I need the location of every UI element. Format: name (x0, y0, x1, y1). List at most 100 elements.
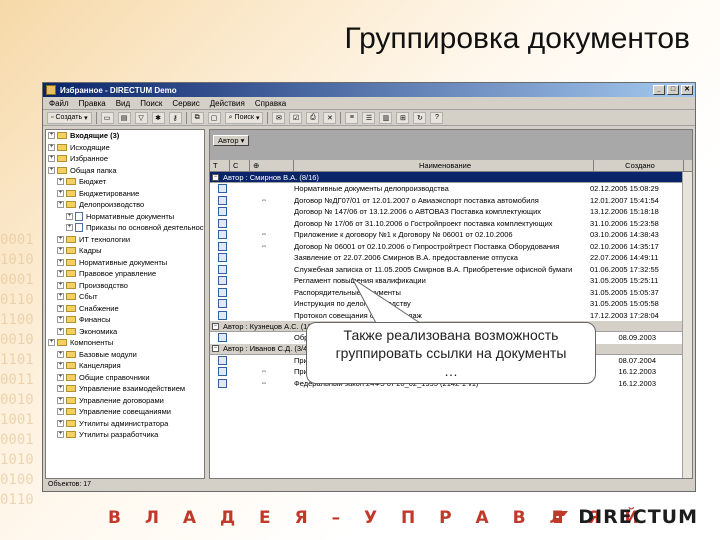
expand-toggle-icon[interactable]: + (57, 419, 64, 427)
document-row[interactable]: Протокол совещания отдела продаж 17.12.20… (210, 310, 692, 322)
tree-item[interactable]: + Избранное (46, 153, 204, 165)
menu-file[interactable]: Файл (49, 99, 69, 108)
document-row[interactable]: Инструкция по делопроизводству 31.05.2005… (210, 298, 692, 310)
collapse-toggle-icon[interactable]: − (212, 322, 219, 330)
column-status[interactable]: С (230, 160, 250, 171)
expand-toggle-icon[interactable]: + (57, 189, 64, 197)
menu-actions[interactable]: Действия (210, 99, 245, 108)
expand-toggle-icon[interactable]: + (66, 212, 73, 220)
expand-toggle-icon[interactable]: + (57, 201, 64, 209)
tree-item[interactable]: + Исходящие (46, 142, 204, 154)
tree-item[interactable]: + Снабжение (46, 303, 204, 315)
expand-toggle-icon[interactable]: + (57, 270, 64, 278)
expand-toggle-icon[interactable]: + (48, 339, 55, 347)
paste-icon[interactable]: ▢ (207, 111, 221, 124)
expand-toggle-icon[interactable]: + (57, 178, 64, 186)
tree-item[interactable]: + Канцелярия (46, 360, 204, 372)
menu-edit[interactable]: Правка (79, 99, 106, 108)
tree-item[interactable]: + Правовое управление (46, 268, 204, 280)
expand-toggle-icon[interactable]: + (57, 258, 64, 266)
expand-toggle-icon[interactable]: + (57, 431, 64, 439)
tree-item[interactable]: + Бюджет (46, 176, 204, 188)
vertical-scrollbar[interactable] (682, 172, 692, 478)
filter-icon[interactable]: ▽ (134, 111, 148, 124)
maximize-button[interactable]: □ (667, 85, 679, 95)
view-details-icon[interactable]: ☰ (362, 111, 376, 124)
delete-icon[interactable]: ✕ (323, 111, 337, 124)
send-icon[interactable]: ✉ (272, 111, 286, 124)
column-type[interactable]: Т (210, 160, 230, 171)
expand-toggle-icon[interactable]: + (57, 362, 64, 370)
tree-item[interactable]: + Финансы (46, 314, 204, 326)
group-row[interactable]: − Автор : Смирнов В.А. (8/16) (210, 172, 692, 183)
expand-toggle-icon[interactable]: + (57, 408, 64, 416)
expand-toggle-icon[interactable]: + (57, 293, 64, 301)
collapse-toggle-icon[interactable]: − (212, 173, 219, 181)
minimize-button[interactable]: _ (653, 85, 665, 95)
refresh-icon[interactable]: ↻ (413, 111, 427, 124)
help-icon[interactable]: ? (430, 111, 444, 124)
document-row[interactable]: Договор № 147/06 от 13.12.2006 о АВТОВАЗ… (210, 206, 692, 218)
column-link[interactable]: ⊕ (250, 160, 294, 171)
tree-item[interactable]: + Общие справочники (46, 372, 204, 384)
tree-item[interactable]: + Базовые модули (46, 349, 204, 361)
properties-icon[interactable]: ▤ (117, 111, 131, 124)
menu-view[interactable]: Вид (116, 99, 130, 108)
tree-item[interactable]: + Утилиты разработчика (46, 429, 204, 441)
expand-toggle-icon[interactable]: + (66, 224, 73, 232)
tree-item[interactable]: + Входящие (3) (46, 130, 204, 142)
tree-item[interactable]: + Бюджетирование (46, 188, 204, 200)
tree-item[interactable]: + Делопроизводство (46, 199, 204, 211)
access-rights-icon[interactable]: ⚷ (168, 111, 182, 124)
tree-item[interactable]: + Кадры (46, 245, 204, 257)
close-button[interactable]: ✕ (681, 85, 693, 95)
print-icon[interactable]: ⎙ (306, 111, 320, 124)
open-folder-icon[interactable]: ▭ (100, 111, 114, 124)
create-button[interactable]: ▫ Создать ▾ (47, 111, 92, 124)
expand-toggle-icon[interactable]: + (57, 247, 64, 255)
document-row[interactable]: Распорядительные документы 31.05.2005 15:… (210, 287, 692, 299)
tree-item[interactable]: + Общая папка (46, 165, 204, 177)
column-name[interactable]: Наименование (294, 160, 594, 171)
view-list-icon[interactable]: ≡ (345, 111, 359, 124)
expand-toggle-icon[interactable]: + (57, 385, 64, 393)
copy-icon[interactable]: ⧉ (190, 111, 204, 124)
expand-toggle-icon[interactable]: + (48, 166, 55, 174)
expand-toggle-icon[interactable]: + (57, 235, 64, 243)
expand-toggle-icon[interactable]: + (48, 143, 55, 151)
expand-toggle-icon[interactable]: + (57, 396, 64, 404)
tree-item[interactable]: + Управление совещаниями (46, 406, 204, 418)
search-button[interactable]: ⌕ Поиск ▾ (224, 111, 264, 124)
document-row[interactable]: Договор № 17/06 от 31.10.2006 о Гостройп… (210, 218, 692, 230)
expand-toggle-icon[interactable]: + (57, 373, 64, 381)
document-row[interactable]: Нормативные документы делопроизводства 02… (210, 183, 692, 195)
document-row[interactable]: Регламент повышения квалификации 31.05.20… (210, 275, 692, 287)
menu-search[interactable]: Поиск (140, 99, 162, 108)
group-icon[interactable]: ⊞ (396, 111, 410, 124)
tree-item[interactable]: + ИТ технологии (46, 234, 204, 246)
group-by-author-chip[interactable]: Автор ▾ (213, 135, 250, 146)
collapse-toggle-icon[interactable]: − (212, 345, 219, 352)
tree-item[interactable]: + Производство (46, 280, 204, 292)
expand-toggle-icon[interactable]: + (57, 350, 64, 358)
expand-toggle-icon[interactable]: + (48, 155, 55, 163)
tree-item[interactable]: + Экономика (46, 326, 204, 338)
tree-item[interactable]: + Нормативные документы (46, 257, 204, 269)
task-icon[interactable]: ☑ (289, 111, 303, 124)
tree-item[interactable]: + Сбыт (46, 291, 204, 303)
document-row[interactable]: Заявление от 22.07.2006 Смирнов В.А. пре… (210, 252, 692, 264)
document-row[interactable]: ⇔ Договор № 06001 от 02.10.2006 о Гипрост… (210, 241, 692, 253)
expand-toggle-icon[interactable]: + (57, 281, 64, 289)
menu-help[interactable]: Справка (255, 99, 286, 108)
tree-item[interactable]: + Компоненты (46, 337, 204, 349)
settings-icon[interactable]: ✱ (151, 111, 165, 124)
document-row[interactable]: ⇔ Договор №ДГ07/01 от 12.01.2007 о Авиаэк… (210, 195, 692, 207)
tree-item[interactable]: + Приказы по основной деятельности (46, 222, 204, 234)
expand-toggle-icon[interactable]: + (57, 304, 64, 312)
column-created[interactable]: Создано (594, 160, 684, 171)
menu-tools[interactable]: Сервис (172, 99, 199, 108)
document-row[interactable]: Служебная записка от 11.05.2005 Смирнов … (210, 264, 692, 276)
expand-toggle-icon[interactable]: + (48, 132, 55, 140)
view-preview-icon[interactable]: ▥ (379, 111, 393, 124)
tree-item[interactable]: + Утилиты администратора (46, 418, 204, 430)
